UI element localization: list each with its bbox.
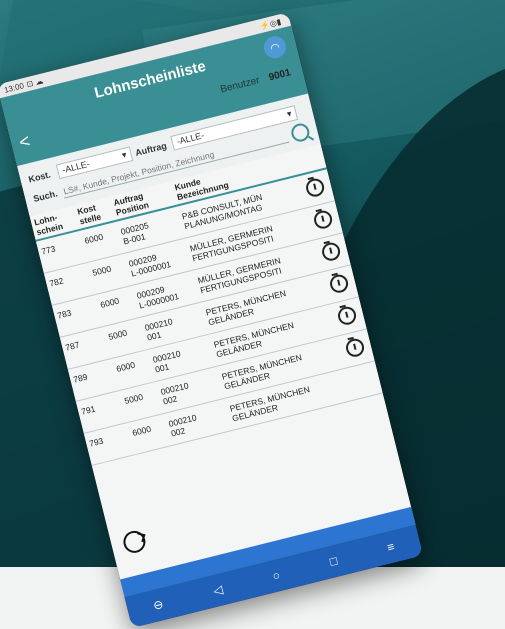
user-label: Benutzer	[219, 75, 261, 96]
user-value: 9001	[267, 67, 292, 84]
nav-left-icon[interactable]: ⊖	[152, 597, 165, 613]
search-icon[interactable]	[289, 121, 312, 144]
refresh-icon[interactable]	[121, 528, 148, 556]
auftrag-label: Auftrag	[134, 140, 168, 158]
nav-menu-icon[interactable]: ≡	[386, 539, 396, 554]
chevron-down-icon: ▾	[120, 149, 128, 161]
auftrag-select-value: -ALLE-	[175, 130, 206, 147]
timer-icon[interactable]	[343, 336, 366, 359]
timer-icon[interactable]	[311, 208, 334, 231]
chevron-down-icon: ▾	[285, 108, 293, 120]
timer-icon[interactable]	[303, 176, 326, 199]
timer-icon[interactable]	[319, 240, 342, 263]
kost-select-value: -ALLE-	[61, 158, 91, 176]
nav-back-icon[interactable]: ◁	[212, 582, 224, 598]
timer-icon[interactable]	[335, 304, 358, 327]
search-label: Such.	[32, 188, 59, 204]
kost-label: Kost.	[27, 168, 52, 185]
nav-home-icon[interactable]: ○	[271, 568, 281, 583]
timer-icon[interactable]	[327, 272, 350, 295]
back-button[interactable]: <	[17, 131, 32, 154]
nav-recent-icon[interactable]: □	[328, 554, 338, 569]
